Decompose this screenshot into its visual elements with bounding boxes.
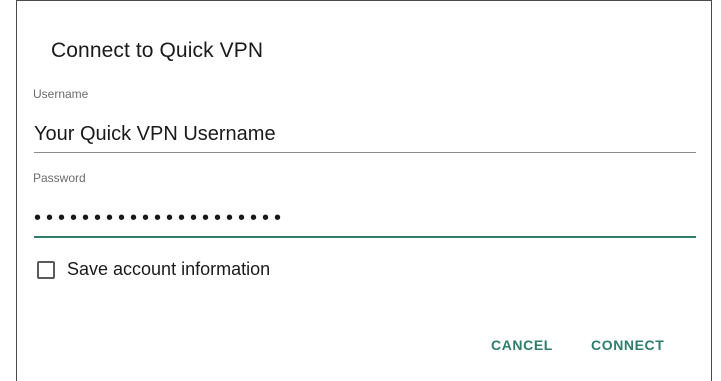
connect-button[interactable]: CONNECT <box>585 333 670 357</box>
save-account-checkbox[interactable] <box>37 260 55 279</box>
save-account-row[interactable]: Save account information <box>37 259 270 280</box>
password-field[interactable] <box>34 200 696 238</box>
cancel-button[interactable]: CANCEL <box>485 333 559 357</box>
password-label: Password <box>33 171 86 185</box>
save-account-label[interactable]: Save account information <box>67 259 270 280</box>
connect-vpn-dialog: Connect to Quick VPN Username Password S… <box>16 0 712 381</box>
username-label: Username <box>33 87 89 101</box>
dialog-title: Connect to Quick VPN <box>51 39 264 62</box>
username-field[interactable] <box>34 116 696 153</box>
